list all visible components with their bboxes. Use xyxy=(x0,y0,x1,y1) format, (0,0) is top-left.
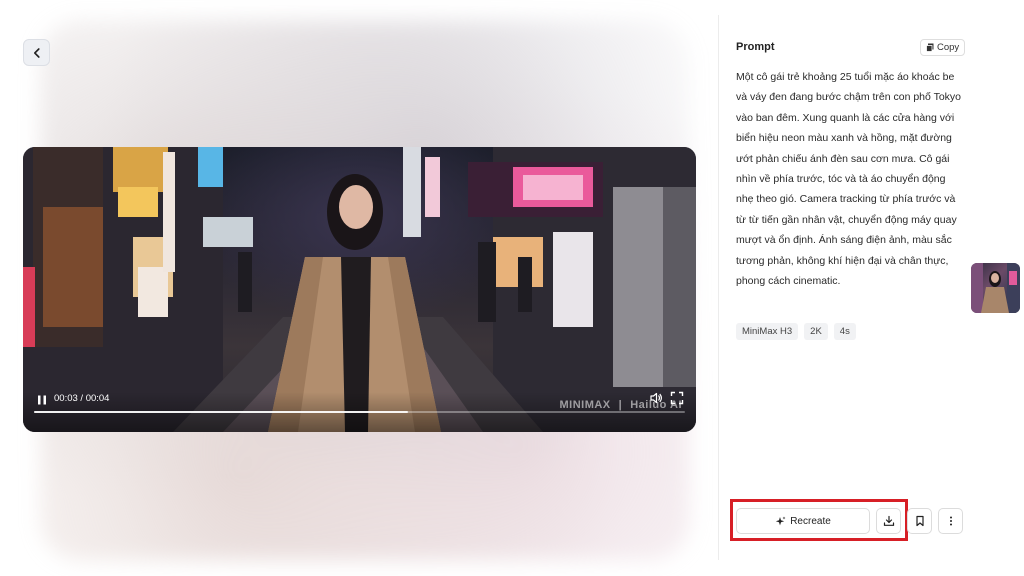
pause-icon xyxy=(38,395,46,405)
progress-bar[interactable] xyxy=(34,411,685,413)
progress-fill xyxy=(34,411,409,413)
more-options-button[interactable] xyxy=(938,508,963,534)
chevron-left-icon xyxy=(33,47,40,58)
more-vertical-icon xyxy=(949,516,952,526)
bookmark-button[interactable] xyxy=(907,508,932,534)
tag-model: MiniMax H3 xyxy=(736,323,799,340)
copy-icon xyxy=(926,43,934,52)
recreate-button[interactable]: Recreate xyxy=(736,508,870,534)
video-stage: 00:03 / 00:04 MINIMAX | Hailuo AI xyxy=(0,0,718,576)
copy-button[interactable]: Copy xyxy=(920,39,966,56)
details-panel: Prompt Copy Một cô gái trẻ khoảng 25 tuổ… xyxy=(719,0,1024,576)
back-button[interactable] xyxy=(23,39,50,66)
sparkle-icon xyxy=(776,516,786,525)
video-player[interactable]: 00:03 / 00:04 MINIMAX | Hailuo AI xyxy=(23,147,696,432)
playback-time: 00:03 / 00:04 xyxy=(54,393,110,404)
pause-button[interactable] xyxy=(35,393,49,407)
video-thumbnail[interactable] xyxy=(971,263,1020,313)
video-detail-page: 00:03 / 00:04 MINIMAX | Hailuo AI Prompt… xyxy=(0,0,1024,576)
bookmark-icon xyxy=(915,515,924,527)
video-frame xyxy=(23,147,696,432)
tag-duration: 4s xyxy=(833,323,856,340)
copy-label: Copy xyxy=(937,42,960,53)
generation-tags: MiniMax H3 2K 4s xyxy=(736,323,856,340)
prompt-text: Một cô gái trẻ khoảng 25 tuổi mặc áo kho… xyxy=(736,71,962,288)
recreate-label: Recreate xyxy=(790,515,831,527)
watermark-minimax: MINIMAX xyxy=(559,399,611,411)
watermark-divider: | xyxy=(618,399,623,411)
download-icon xyxy=(883,515,894,526)
prompt-heading: Prompt xyxy=(736,41,775,53)
tag-resolution: 2K xyxy=(804,323,828,340)
thumbnail-image xyxy=(971,263,1020,313)
video-watermark: MINIMAX | Hailuo AI xyxy=(559,399,682,411)
download-button[interactable] xyxy=(876,508,901,534)
watermark-hailuo: Hailuo AI xyxy=(630,399,682,411)
